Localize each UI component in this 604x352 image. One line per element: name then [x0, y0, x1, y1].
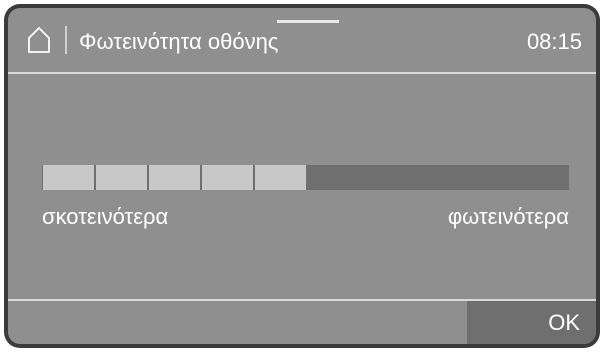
- brightness-segment: [149, 165, 200, 190]
- home-icon-graphic: [28, 26, 50, 53]
- page-title: Φωτεινότητα οθόνης: [79, 29, 279, 54]
- brightness-segment: [255, 165, 306, 190]
- header-divider: [65, 26, 67, 54]
- home-icon[interactable]: [27, 26, 51, 54]
- brightness-bar[interactable]: [42, 165, 569, 190]
- header-bar: Φωτεινότητα οθόνης 08:15: [8, 8, 596, 74]
- display-screen: Φωτεινότητα οθόνης 08:15 σκοτεινότερα φω…: [8, 8, 596, 344]
- label-darker: σκοτεινότερα: [42, 204, 169, 229]
- brightness-segment: [202, 165, 253, 190]
- brightness-segment: [43, 165, 94, 190]
- clock-time: 08:15: [526, 29, 582, 54]
- brightness-segment: [96, 165, 147, 190]
- ok-button[interactable]: OK: [467, 301, 596, 344]
- label-brighter: φωτεινότερα: [447, 204, 569, 229]
- top-indicator: [277, 20, 339, 23]
